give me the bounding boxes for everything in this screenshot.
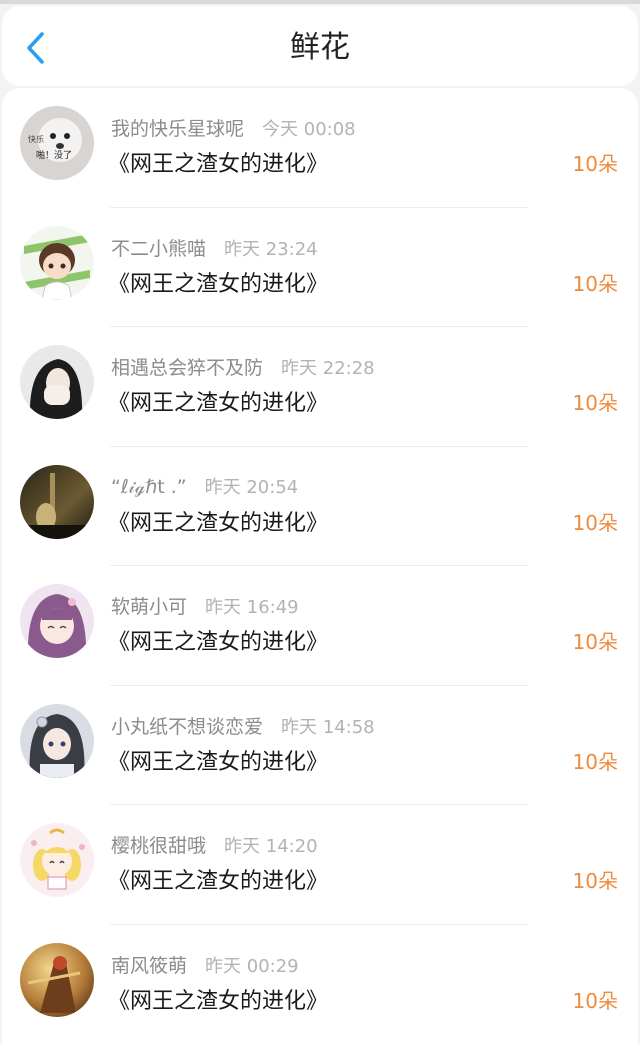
sender-name: 软萌小可 [111, 596, 188, 618]
flower-list: 快乐 啪！没了 我的快乐星球呢今天 00:08 《网王之渣女的进化》 10朵 [2, 88, 638, 1044]
send-time: 昨天 22:28 [281, 358, 375, 379]
list-item[interactable]: 相遇总会猝不及防 昨天 22:28 《网王之渣女的进化》 10朵 [2, 327, 638, 447]
book-title[interactable]: 《网王之渣女的进化》 [108, 505, 328, 537]
sender-name: 南风筱萌 [111, 954, 188, 977]
list-item[interactable]: 小丸纸不想谈恋爱 昨天 14:58 《网王之渣女的进化》 10朵 [2, 686, 638, 805]
flower-count: 10朵 [572, 271, 618, 296]
nav-bar: 鲜花 [2, 6, 638, 86]
list-item[interactable]: 南风筱萌 昨天 00:29 《网王之渣女的进化》 10朵 [2, 925, 638, 1044]
book-title[interactable]: 《网王之渣女的进化》 [108, 863, 328, 895]
send-time: 昨天 14:20 [224, 836, 318, 857]
avatar[interactable] [20, 584, 94, 658]
book-title[interactable]: 《网王之渣女的进化》 [108, 983, 328, 1015]
avatar[interactable] [20, 942, 94, 1017]
svg-text:快乐: 快乐 [28, 134, 44, 144]
list-item[interactable]: 樱桃很甜哦 昨天 14:20 《网王之渣女的进化》 10朵 [2, 805, 638, 925]
sender-name: 不二小熊喵 [111, 237, 207, 260]
sender-meta: 不二小熊喵 昨天 23:24 [111, 234, 318, 261]
send-time: 昨天 20:54 [204, 476, 299, 498]
flower-count: 10朵 [572, 510, 618, 535]
sender-meta: 相遇总会猝不及防 昨天 22:28 [111, 353, 375, 380]
book-title[interactable]: 《网王之渣女的进化》 [108, 385, 328, 417]
flower-count: 10朵 [572, 869, 618, 893]
svg-text:啪！没了: 啪！没了 [36, 149, 72, 161]
status-strip [0, 0, 640, 4]
list-item[interactable]: 快乐 啪！没了 我的快乐星球呢 今天 00:08 《网王之渣女的进化》 10朵 [2, 88, 638, 208]
sender-name: 我的快乐星球呢 [111, 118, 245, 140]
sender-meta: 南风筱萌 昨天 00:29 [111, 951, 299, 978]
sender-meta: 樱桃很甜哦 昨天 14:20 [111, 831, 318, 858]
flower-count: 10朵 [572, 152, 618, 176]
avatar[interactable]: 快乐 啪！没了 [20, 106, 94, 180]
sender-meta: 小丸纸不想谈恋爱 昨天 14:58 [111, 712, 375, 739]
sender-name: 小丸纸不想谈恋爱 [111, 715, 264, 738]
book-title[interactable]: 《网王之渣女的进化》 [108, 624, 328, 656]
page-title: 鲜花 [290, 30, 350, 65]
list-item[interactable]: 软萌小可 昨天 16:49 《网王之渣女的进化》 10朵 [2, 566, 638, 686]
book-title[interactable]: 《网王之渣女的进化》 [108, 744, 328, 776]
flower-count: 10朵 [572, 749, 618, 774]
send-time: 昨天 16:49 [205, 597, 299, 618]
send-time: 昨天 23:24 [224, 238, 318, 260]
sender-meta: 我的快乐星球呢 今天 00:08 [111, 114, 356, 141]
sender-meta: “ℓ𝒾ℊℏt .” 昨天 20:54 [111, 473, 298, 499]
flower-count: 10朵 [572, 630, 618, 654]
avatar[interactable] [20, 703, 94, 778]
sender-name: “ℓ𝒾ℊℏt .” [111, 475, 187, 498]
avatar[interactable] [20, 823, 94, 897]
send-time: 今天 00:08 [262, 119, 356, 140]
book-title[interactable]: 《网王之渣女的进化》 [108, 146, 328, 178]
avatar[interactable] [20, 345, 94, 419]
avatar[interactable] [20, 464, 94, 539]
send-time: 昨天 00:29 [205, 955, 299, 977]
sender-name: 樱桃很甜哦 [111, 835, 207, 857]
avatar[interactable] [20, 225, 94, 300]
sender-meta: 软萌小可 昨天 16:49 [111, 592, 299, 619]
flower-count: 10朵 [572, 391, 618, 415]
list-item[interactable]: “ℓ𝒾ℊℏt .” 昨天 20:54 《网王之渣女的进化》 10朵 [2, 447, 638, 566]
list-item[interactable]: 不二小熊喵 昨天 23:24 《网王之渣女的进化》 10朵 [2, 208, 638, 327]
book-title[interactable]: 《网王之渣女的进化》 [108, 266, 328, 298]
sender-name: 相遇总会猝不及防 [111, 357, 264, 379]
flower-count: 10朵 [572, 988, 618, 1013]
send-time: 昨天 14:58 [281, 716, 375, 738]
